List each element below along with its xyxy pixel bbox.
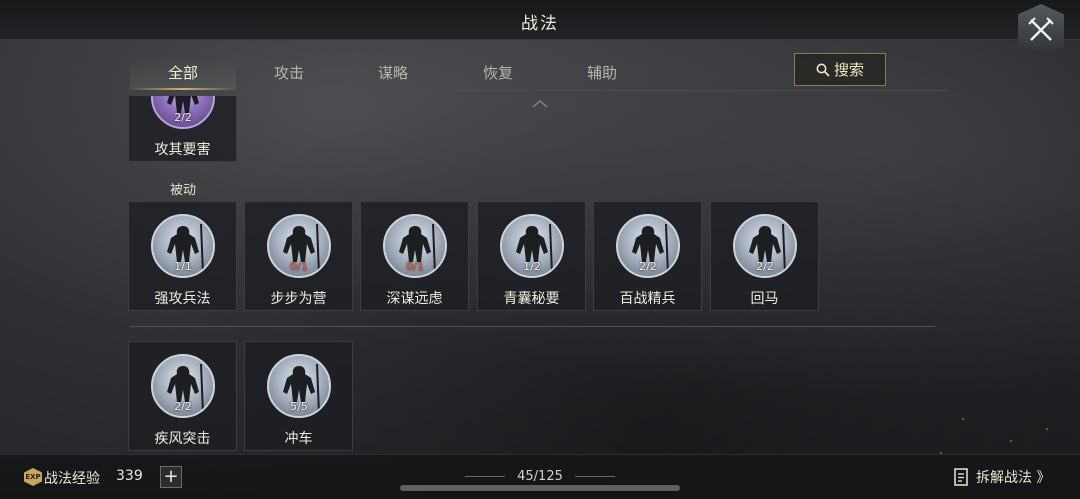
skill-portrait: 1/1 bbox=[151, 214, 215, 278]
skill-portrait: 2/2 bbox=[616, 214, 680, 278]
skill-card[interactable]: 5/5 冲车 bbox=[244, 341, 353, 451]
skill-name: 回马 bbox=[750, 291, 779, 307]
tab-support[interactable]: 辅助 bbox=[549, 56, 655, 90]
skill-card[interactable]: 0/1 步步为营 bbox=[244, 201, 353, 311]
tab-strategy[interactable]: 谋略 bbox=[340, 56, 446, 90]
page-title: 战法 bbox=[521, 14, 559, 34]
counter-decoration bbox=[575, 476, 615, 477]
tab-attack[interactable]: 攻击 bbox=[236, 56, 342, 90]
section-divider bbox=[130, 326, 935, 327]
skill-count: 0/1 bbox=[290, 260, 308, 273]
skill-count: 0/1 bbox=[406, 260, 424, 273]
skill-card[interactable]: 2/2 疾风突击 bbox=[128, 341, 237, 451]
skill-portrait: 2/2 bbox=[151, 96, 215, 129]
skill-portrait: 0/1 bbox=[267, 214, 331, 278]
skill-name: 深谋远虑 bbox=[386, 291, 443, 307]
skill-name: 攻其要害 bbox=[154, 142, 211, 158]
skill-count: 2/2 bbox=[639, 260, 657, 273]
skill-card-partial[interactable]: 2/2 攻其要害 bbox=[128, 96, 237, 162]
search-icon bbox=[816, 63, 830, 77]
skill-portrait: 0/1 bbox=[383, 214, 447, 278]
skill-name: 百战精兵 bbox=[619, 291, 676, 307]
skill-count: 2/2 bbox=[756, 260, 774, 273]
skill-name: 青囊秘要 bbox=[503, 291, 560, 307]
dismantle-skill-button[interactable]: 拆解战法 》 bbox=[954, 467, 1050, 487]
skill-count: 1/1 bbox=[174, 260, 192, 273]
skill-list[interactable]: 2/2 攻其要害 被动 1/1 强攻兵法 0/1 步步为营 0/1 深谋远虑 1… bbox=[0, 96, 1080, 454]
skill-portrait: 2/2 bbox=[733, 214, 797, 278]
skill-portrait: 2/2 bbox=[151, 354, 215, 418]
bottom-bar: EXP 战法经验 339 + 45/125 拆解战法 》 bbox=[0, 454, 1080, 499]
dismantle-skill-label: 拆解战法 》 bbox=[976, 470, 1051, 486]
skill-card[interactable]: 1/2 青囊秘要 bbox=[477, 201, 586, 311]
title-bar: 战法 bbox=[0, 0, 1080, 40]
tabs-divider bbox=[237, 90, 949, 91]
skill-count: 2/2 bbox=[174, 111, 192, 124]
skill-name: 冲车 bbox=[284, 431, 313, 447]
section-label-passive: 被动 bbox=[169, 183, 196, 198]
skill-count: 1/2 bbox=[523, 260, 541, 273]
skill-card[interactable]: 2/2 回马 bbox=[710, 201, 819, 311]
tab-all[interactable]: 全部 bbox=[130, 56, 236, 90]
skill-card[interactable]: 1/1 强攻兵法 bbox=[128, 201, 237, 311]
horizontal-scrollbar[interactable] bbox=[400, 485, 680, 491]
skill-collection-counter: 45/125 bbox=[517, 469, 563, 484]
skill-name: 步步为营 bbox=[270, 291, 327, 307]
skill-name: 强攻兵法 bbox=[154, 291, 211, 307]
skill-count: 2/2 bbox=[174, 400, 192, 413]
crossed-swords-icon bbox=[1028, 17, 1054, 41]
search-label: 搜索 bbox=[833, 61, 864, 79]
tab-recovery[interactable]: 恢复 bbox=[445, 56, 551, 90]
skill-count: 5/5 bbox=[290, 400, 308, 413]
skill-name: 疾风突击 bbox=[154, 431, 211, 447]
skill-portrait: 5/5 bbox=[267, 354, 331, 418]
close-button[interactable] bbox=[1018, 4, 1064, 56]
skill-card[interactable]: 2/2 百战精兵 bbox=[593, 201, 702, 311]
search-button[interactable]: 搜索 bbox=[794, 53, 886, 86]
document-list-icon bbox=[954, 468, 968, 486]
skill-portrait: 1/2 bbox=[500, 214, 564, 278]
category-tabs: 全部 攻击 谋略 恢复 辅助 bbox=[130, 56, 630, 92]
skill-card[interactable]: 0/1 深谋远虑 bbox=[360, 201, 469, 311]
